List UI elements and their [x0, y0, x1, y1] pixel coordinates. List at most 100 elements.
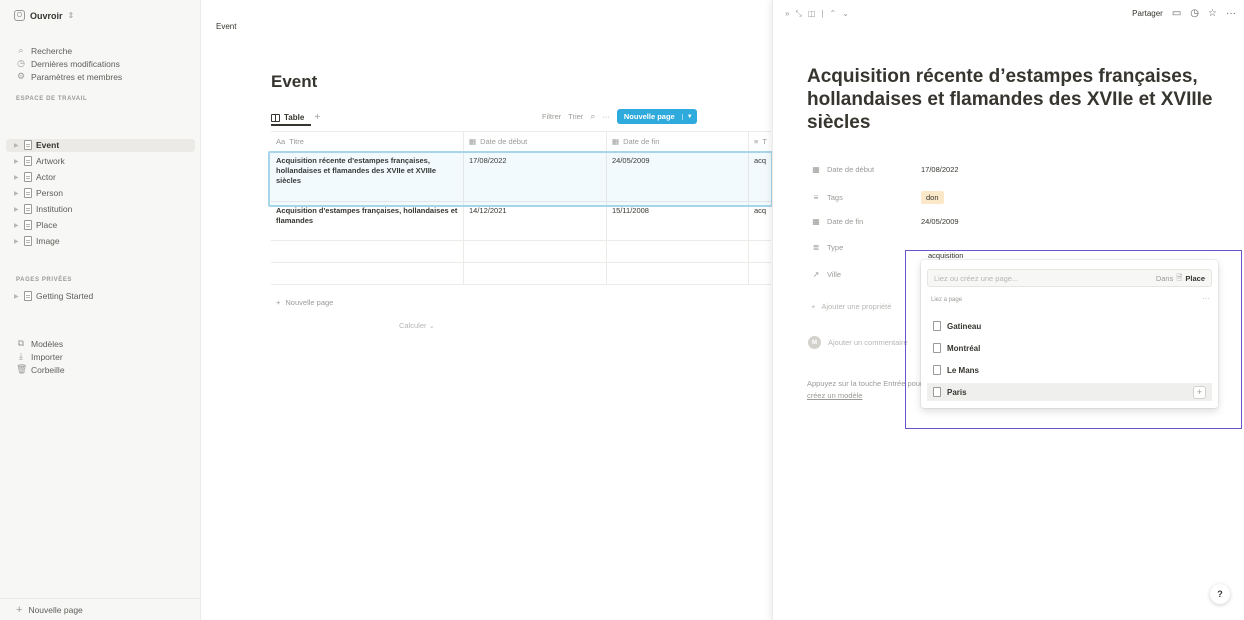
sidebar-item-event[interactable]: ▶ Event — [14, 140, 59, 150]
cell-empty[interactable] — [749, 241, 771, 262]
cell-type[interactable]: acq — [749, 152, 771, 201]
calculate-label: Calculer — [399, 321, 427, 330]
star-icon[interactable]: ☆ — [1208, 8, 1217, 19]
sidebar-item-actor[interactable]: ▶ Actor — [14, 172, 56, 182]
cell-empty[interactable] — [464, 241, 607, 262]
plus-icon: + — [276, 298, 281, 307]
cell-start-date[interactable]: 14/12/2021 — [464, 202, 607, 240]
sidebar-item-place[interactable]: ▶ Place — [14, 220, 57, 230]
cell-title[interactable]: Acquisition récente d'estampes française… — [271, 152, 464, 201]
sidebar-search[interactable]: ⌕ Recherche — [16, 45, 72, 56]
table-row-empty[interactable] — [271, 263, 771, 285]
help-button[interactable]: ? — [1210, 584, 1230, 604]
page-icon — [933, 343, 941, 353]
breadcrumb[interactable]: Event — [216, 22, 236, 31]
caret-right-icon[interactable]: ▶ — [14, 238, 20, 245]
target-database-name: Place — [1185, 273, 1205, 283]
peek-page-title[interactable]: Acquisition récente d’estampes française… — [807, 65, 1217, 134]
history-icon[interactable]: ◷ — [1190, 8, 1199, 19]
table-row[interactable]: Acquisition d'estampes françaises, holla… — [271, 202, 771, 241]
sidebar-trash[interactable]: 🗑 Corbeille — [16, 364, 65, 375]
share-button[interactable]: Partager — [1132, 9, 1163, 18]
add-view-icon[interactable]: + — [314, 112, 320, 123]
column-header-start[interactable]: ▦ Date de début — [464, 132, 607, 151]
comment-icon[interactable]: ▭ — [1172, 8, 1181, 19]
tab-table-view[interactable]: Table + — [271, 112, 320, 123]
target-database[interactable]: Dans 🗎 Place — [1156, 272, 1205, 285]
sidebar-item-image[interactable]: ▶ Image — [14, 236, 60, 246]
property-end-date[interactable]: ▦ Date de fin 24/05/2009 — [811, 217, 959, 226]
property-value[interactable]: 24/05/2009 — [921, 217, 959, 226]
relation-option-paris[interactable]: Paris + — [927, 383, 1212, 401]
close-peek-icon[interactable]: » — [785, 9, 789, 19]
cell-empty[interactable] — [607, 263, 749, 284]
cell-type[interactable]: acq — [749, 202, 771, 240]
filter-button[interactable]: Filtrer — [542, 112, 561, 121]
add-property-label: Ajouter une propriété — [821, 302, 892, 311]
add-property-button[interactable]: + Ajouter une propriété — [811, 302, 891, 311]
column-header-end[interactable]: ▦ Date de fin — [607, 132, 749, 151]
divider: | — [821, 9, 824, 18]
chevron-down-icon[interactable]: ▼ — [681, 113, 697, 120]
sidebar-import[interactable]: ⤓ Importer — [16, 351, 63, 362]
cell-empty[interactable] — [749, 263, 771, 284]
sidebar-settings[interactable]: ⚙ Paramètres et membres — [16, 71, 122, 82]
cell-end-date[interactable]: 24/05/2009 — [607, 152, 749, 201]
sort-button[interactable]: Trier — [568, 112, 583, 121]
property-start-date[interactable]: ▦ Date de début 17/08/2022 — [811, 165, 959, 174]
cell-empty[interactable] — [464, 263, 607, 284]
relation-option-gatineau[interactable]: Gatineau — [927, 317, 1212, 335]
caret-right-icon[interactable]: ▶ — [14, 206, 20, 213]
column-header-type[interactable]: ≡ T — [749, 132, 771, 151]
sidebar-updates[interactable]: ◷ Dernières modifications — [16, 58, 120, 69]
expand-icon[interactable]: ⤡ — [795, 9, 801, 19]
cell-empty[interactable] — [271, 263, 464, 284]
relation-option-montreal[interactable]: Montréal — [927, 339, 1212, 357]
sidebar-item-getting-started[interactable]: ▶ Getting Started — [14, 291, 93, 301]
sidebar-new-page-button[interactable]: + Nouvelle page — [0, 598, 201, 620]
calculate-button[interactable]: Calculer ⌄ — [399, 321, 435, 330]
caret-right-icon[interactable]: ▶ — [14, 142, 20, 149]
create-template-link[interactable]: créez un modèle — [807, 391, 862, 400]
more-icon[interactable]: ··· — [1202, 294, 1210, 303]
page-icon — [933, 321, 941, 331]
caret-right-icon[interactable]: ▶ — [14, 293, 20, 300]
workspace-switcher[interactable]: O Ouvroir ⇕ — [14, 10, 74, 21]
cell-empty[interactable] — [607, 241, 749, 262]
property-tags[interactable]: ≡ Tags don — [811, 191, 944, 204]
more-icon[interactable]: ··· — [1226, 8, 1236, 19]
caret-right-icon[interactable]: ▶ — [14, 174, 20, 181]
table-row[interactable]: Acquisition récente d'estampes française… — [271, 152, 771, 202]
cell-empty[interactable] — [271, 241, 464, 262]
layout-icon[interactable]: ◫ — [808, 9, 816, 19]
search-icon[interactable]: ⌕ — [590, 111, 595, 122]
in-label: Dans — [1155, 273, 1174, 283]
cell-title[interactable]: Acquisition d'estampes françaises, holla… — [271, 202, 464, 240]
new-page-button[interactable]: Nouvelle page ▼ — [616, 109, 697, 124]
add-comment[interactable]: M Ajouter un commentaire — [808, 336, 908, 349]
add-row-button[interactable]: + Nouvelle page — [276, 298, 333, 307]
chevron-down-icon[interactable]: ⌄ — [842, 9, 849, 19]
cell-end-date[interactable]: 15/11/2008 — [607, 202, 749, 240]
chevron-up-icon[interactable]: ⌃ — [830, 9, 837, 19]
tag-badge[interactable]: don — [921, 191, 944, 204]
table-row-empty[interactable] — [271, 241, 771, 263]
sidebar-item-artwork[interactable]: ▶ Artwork — [14, 156, 65, 166]
property-label: Tags — [827, 193, 843, 202]
sidebar-updates-label: Dernières modifications — [31, 58, 120, 69]
more-icon[interactable]: ··· — [602, 112, 610, 121]
sidebar-templates-label: Modèles — [31, 338, 64, 349]
option-label: Montréal — [947, 343, 981, 353]
property-value[interactable]: 17/08/2022 — [921, 165, 959, 174]
cell-start-date[interactable]: 17/08/2022 — [464, 152, 607, 201]
caret-right-icon[interactable]: ▶ — [14, 190, 20, 197]
relation-option-le-mans[interactable]: Le Mans — [927, 361, 1212, 379]
relation-search-input[interactable] — [934, 273, 1104, 283]
sidebar-item-person[interactable]: ▶ Person — [14, 188, 63, 198]
sidebar-templates[interactable]: ⧉ Modèles — [16, 338, 63, 349]
caret-right-icon[interactable]: ▶ — [14, 222, 20, 229]
caret-right-icon[interactable]: ▶ — [14, 158, 20, 165]
column-header-title[interactable]: Aa Titre — [271, 132, 464, 151]
add-relation-button[interactable]: + — [1193, 385, 1206, 399]
sidebar-item-institution[interactable]: ▶ Institution — [14, 204, 72, 214]
